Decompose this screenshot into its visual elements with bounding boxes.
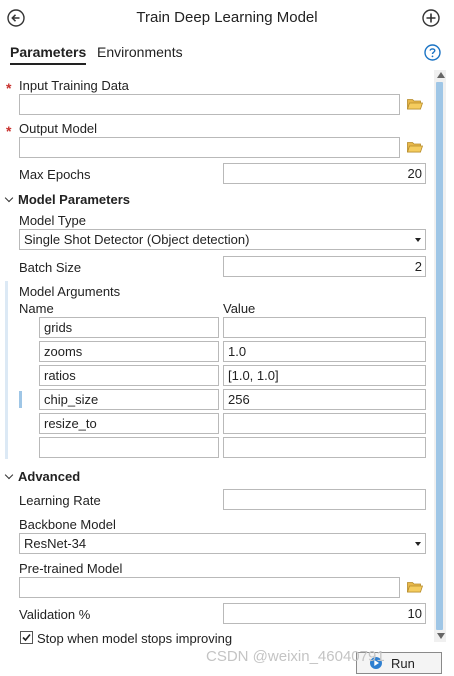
- learning-rate-field[interactable]: [223, 489, 426, 510]
- validation-field[interactable]: 10: [223, 603, 426, 624]
- scroll-down-icon[interactable]: [437, 633, 445, 639]
- row-selected-indicator: [19, 391, 22, 408]
- scrollbar-thumb[interactable]: [436, 82, 443, 630]
- argument-value-cell[interactable]: [223, 317, 426, 338]
- dropdown-arrow-icon: [415, 542, 421, 546]
- pretrained-model-field[interactable]: [19, 577, 400, 598]
- chevron-down-icon: [4, 470, 14, 480]
- chevron-down-icon: [4, 193, 14, 203]
- watermark: CSDN @weixin_46040791: [206, 648, 385, 665]
- browse-input-button[interactable]: [406, 98, 424, 110]
- output-model-label: Output Model: [19, 121, 98, 136]
- checkmark-icon: [22, 633, 31, 642]
- argument-name-cell[interactable]: ratios: [39, 365, 219, 386]
- required-marker: *: [6, 80, 12, 96]
- batch-size-field[interactable]: 2: [223, 256, 426, 277]
- column-header-value: Value: [223, 301, 256, 316]
- argument-name-cell[interactable]: chip_size: [39, 389, 219, 410]
- argument-value-cell[interactable]: 1.0: [223, 341, 426, 362]
- max-epochs-label: Max Epochs: [19, 167, 91, 182]
- advanced-section[interactable]: Advanced: [4, 469, 80, 484]
- model-type-label: Model Type: [19, 213, 86, 228]
- argument-name-cell[interactable]: grids: [39, 317, 219, 338]
- argument-name-cell[interactable]: [39, 437, 219, 458]
- add-circle-icon: [422, 9, 440, 27]
- dropdown-arrow-icon: [415, 238, 421, 242]
- model-type-select[interactable]: Single Shot Detector (Object detection): [19, 229, 426, 250]
- argument-value-cell[interactable]: [223, 413, 426, 434]
- model-arguments-label: Model Arguments: [19, 284, 121, 299]
- model-parameters-section[interactable]: Model Parameters: [4, 192, 130, 207]
- column-header-name: Name: [19, 301, 54, 316]
- required-marker: *: [6, 123, 12, 139]
- input-training-data-label: Input Training Data: [19, 78, 129, 93]
- browse-pretrained-button[interactable]: [406, 581, 424, 593]
- argument-value-cell[interactable]: [223, 437, 426, 458]
- backbone-model-select[interactable]: ResNet-34: [19, 533, 426, 554]
- max-epochs-field[interactable]: 20: [223, 163, 426, 184]
- folder-icon: [406, 142, 424, 153]
- add-button[interactable]: [422, 9, 440, 27]
- tab-parameters[interactable]: Parameters: [10, 44, 86, 60]
- argument-name-cell[interactable]: zooms: [39, 341, 219, 362]
- argument-value-cell[interactable]: 256: [223, 389, 426, 410]
- backbone-model-value: ResNet-34: [24, 536, 87, 551]
- argument-name-cell[interactable]: resize_to: [39, 413, 219, 434]
- tab-environments[interactable]: Environments: [97, 44, 183, 60]
- help-button[interactable]: [424, 44, 441, 61]
- scroll-up-icon[interactable]: [437, 72, 445, 78]
- page-title: Train Deep Learning Model: [136, 9, 318, 26]
- run-button-label: Run: [391, 656, 415, 671]
- backbone-model-label: Backbone Model: [19, 517, 116, 532]
- folder-icon: [406, 99, 424, 110]
- learning-rate-label: Learning Rate: [19, 493, 101, 508]
- model-type-value: Single Shot Detector (Object detection): [24, 232, 250, 247]
- tab-active-underline: [10, 63, 86, 65]
- stop-improving-checkbox[interactable]: [20, 631, 33, 644]
- help-circle-icon: [424, 44, 441, 61]
- model-arguments-group-bar: [5, 281, 8, 459]
- folder-icon: [406, 582, 424, 593]
- batch-size-label: Batch Size: [19, 260, 82, 275]
- input-training-data-field[interactable]: [19, 94, 400, 115]
- output-model-field[interactable]: [19, 137, 400, 158]
- argument-value-cell[interactable]: [1.0, 1.0]: [223, 365, 426, 386]
- validation-label: Validation %: [19, 607, 91, 622]
- stop-improving-label: Stop when model stops improving: [37, 631, 233, 646]
- pretrained-model-label: Pre-trained Model: [19, 561, 123, 576]
- browse-output-button[interactable]: [406, 141, 424, 153]
